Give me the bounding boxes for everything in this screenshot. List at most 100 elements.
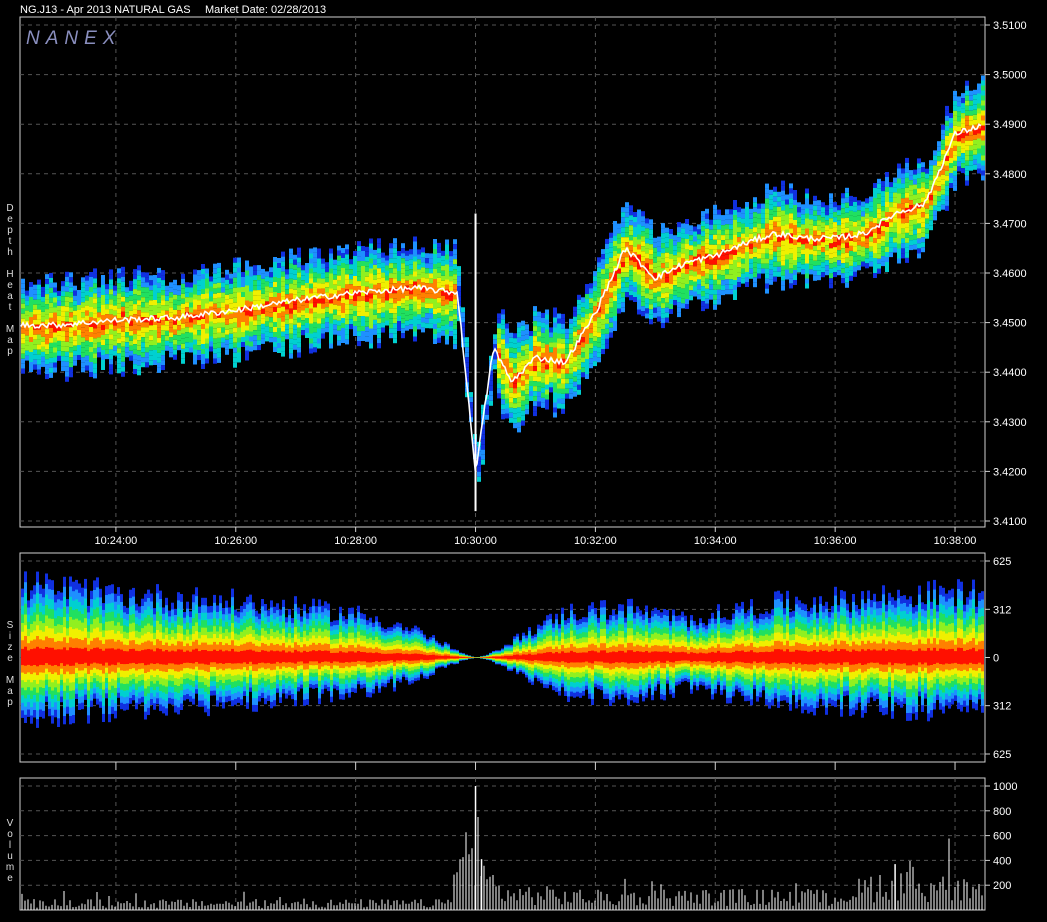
depth-heat-cell xyxy=(41,306,45,312)
depth-heat-cell xyxy=(689,250,693,256)
depth-heat-cell xyxy=(965,120,969,126)
depth-heat-cell xyxy=(717,244,721,250)
depth-heat-cell xyxy=(641,276,645,282)
depth-heat-cell xyxy=(77,305,81,310)
depth-heat-cell xyxy=(225,274,229,280)
depth-heat-cell xyxy=(349,274,353,280)
depth-heat-cell xyxy=(297,317,301,323)
depth-heat-cell xyxy=(301,265,305,271)
depth-heat-cell xyxy=(293,269,297,275)
depth-heat-cell xyxy=(153,275,157,280)
size-bar-down xyxy=(30,657,33,666)
depth-heat-cell xyxy=(365,301,369,307)
depth-heat-cell xyxy=(589,348,593,354)
depth-heat-cell xyxy=(257,290,261,296)
depth-heat-cell xyxy=(293,259,297,265)
depth-heat-cell xyxy=(785,259,789,265)
depth-heat-cell xyxy=(897,198,901,204)
depth-heat-cell xyxy=(405,280,409,286)
depth-heat-cell xyxy=(453,249,457,255)
depth-heat-cell xyxy=(793,215,797,220)
depth-heat-cell xyxy=(825,245,829,251)
depth-heat-cell xyxy=(657,236,661,242)
depth-heat-cell xyxy=(553,412,557,418)
depth-heat-cell xyxy=(541,372,545,378)
depth-heat-cell xyxy=(897,203,901,209)
depth-heat-cell xyxy=(657,246,661,252)
depth-heat-cell xyxy=(201,304,205,309)
depth-heat-cell xyxy=(57,315,61,321)
depth-heat-cell xyxy=(609,297,613,303)
depth-heat-cell xyxy=(561,338,565,344)
depth-heat-cell xyxy=(541,362,545,368)
depth-heat-cell xyxy=(261,278,265,284)
depth-heat-cell xyxy=(757,273,761,279)
depth-heat-cell xyxy=(385,295,389,301)
depth-heat-cell xyxy=(293,289,297,295)
depth-heat-cell xyxy=(273,342,277,347)
depth-heat-cell xyxy=(641,236,645,242)
depth-heat-cell xyxy=(453,279,457,285)
depth-y-tick-label: 3.4500 xyxy=(993,318,1027,330)
depth-heat-cell xyxy=(765,258,769,264)
depth-heat-cell xyxy=(41,311,45,317)
depth-heat-cell xyxy=(961,123,965,129)
depth-heat-cell xyxy=(913,239,917,245)
depth-heat-cell xyxy=(185,327,189,333)
depth-heat-cell xyxy=(249,341,253,347)
depth-heat-cell xyxy=(29,317,33,322)
depth-heat-cell xyxy=(897,223,901,229)
depth-heat-cell xyxy=(805,198,809,204)
depth-heat-cell xyxy=(677,227,681,233)
depth-heat-cell xyxy=(85,285,89,291)
depth-heat-cell xyxy=(61,291,65,297)
depth-heat-cell xyxy=(945,125,949,131)
depth-heat-cell xyxy=(557,348,561,354)
depth-heat-cell xyxy=(425,323,429,329)
depth-heat-cell xyxy=(861,211,865,217)
depth-heat-cell xyxy=(625,267,629,273)
depth-heat-cell xyxy=(709,239,713,245)
depth-heat-cell xyxy=(225,339,229,345)
depth-heat-cell xyxy=(369,258,373,264)
depth-heat-cell xyxy=(309,348,313,354)
depth-heat-cell xyxy=(413,246,417,252)
depth-heat-cell xyxy=(721,260,725,266)
depth-heat-cell xyxy=(801,209,805,215)
depth-heat-cell xyxy=(925,173,929,179)
depth-heat-cell xyxy=(61,351,65,357)
depth-heat-cell xyxy=(413,291,417,297)
depth-heat-cell xyxy=(945,175,949,181)
depth-heat-cell xyxy=(909,190,913,196)
depth-heat-cell xyxy=(113,345,117,351)
size-bar-up xyxy=(102,650,105,658)
depth-heat-cell xyxy=(693,266,697,272)
depth-heat-cell xyxy=(577,304,581,310)
size-bar-up xyxy=(96,647,99,658)
depth-heat-cell xyxy=(289,333,293,339)
depth-heat-cell xyxy=(981,75,985,81)
depth-heat-cell xyxy=(673,240,677,246)
depth-heat-cell xyxy=(89,372,93,377)
depth-heat-cell xyxy=(401,313,405,319)
depth-heat-cell xyxy=(97,312,101,318)
depth-heat-cell xyxy=(253,265,257,271)
depth-heat-cell xyxy=(633,247,637,252)
depth-heat-cell xyxy=(441,310,445,316)
depth-heat-cell xyxy=(597,322,601,328)
depth-heat-cell xyxy=(917,208,921,214)
depth-heat-cell xyxy=(573,331,577,337)
depth-heat-cell xyxy=(709,279,713,285)
depth-heat-cell xyxy=(437,307,441,313)
depth-heat-cell xyxy=(417,279,421,285)
depth-heat-cell xyxy=(901,248,905,254)
depth-heat-cell xyxy=(853,271,857,277)
depth-heat-cell xyxy=(393,323,397,329)
depth-heat-cell xyxy=(245,330,249,336)
depth-heat-cell xyxy=(677,307,681,313)
depth-heat-cell xyxy=(225,284,229,290)
depth-heat-cell xyxy=(109,324,113,330)
depth-heat-cell xyxy=(717,214,721,220)
depth-heat-cell xyxy=(589,303,593,309)
depth-heat-cell xyxy=(809,214,813,220)
